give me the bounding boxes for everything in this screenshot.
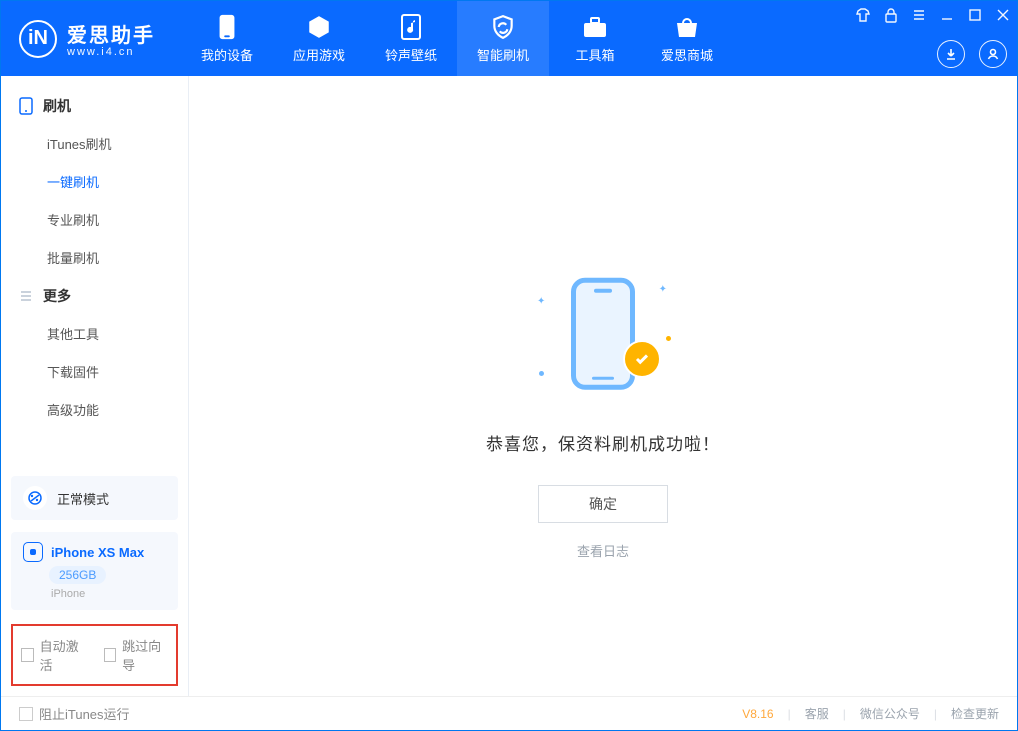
sidebar-item-download-firmware[interactable]: 下载固件	[47, 352, 188, 390]
music-icon	[397, 14, 425, 40]
nav-my-device[interactable]: 我的设备	[181, 1, 273, 76]
refresh-shield-icon	[489, 14, 517, 40]
device-type: iPhone	[51, 588, 85, 600]
sidebar-item-advanced[interactable]: 高级功能	[47, 390, 188, 428]
tshirt-icon[interactable]	[855, 7, 871, 23]
mode-status-card[interactable]: 正常模式	[11, 476, 178, 520]
checkbox-block-itunes[interactable]: 阻止iTunes运行	[19, 704, 130, 723]
mode-status-label: 正常模式	[57, 489, 109, 508]
nav-store[interactable]: 爱思商城	[641, 1, 733, 76]
checkbox-label: 阻止iTunes运行	[39, 704, 130, 723]
app-site: www.i4.cn	[67, 46, 155, 58]
window-controls	[855, 7, 1011, 23]
sparkle-icon: ✦	[659, 284, 667, 295]
sidebar-item-itunes-flash[interactable]: iTunes刷机	[47, 124, 188, 162]
sidebar: 刷机 iTunes刷机 一键刷机 专业刷机 批量刷机 更多 其他工具 下载固件 …	[1, 76, 189, 696]
confirm-button[interactable]: 确定	[538, 485, 668, 523]
toolbox-icon	[581, 14, 609, 40]
sparkle-icon: ✦	[537, 296, 545, 307]
device-icon	[213, 14, 241, 40]
nav-label: 工具箱	[575, 45, 614, 64]
separator: |	[934, 707, 937, 721]
nav-ringtone-wallpaper[interactable]: 铃声壁纸	[365, 1, 457, 76]
lock-icon[interactable]	[883, 7, 899, 23]
minimize-button[interactable]	[939, 7, 955, 23]
separator: |	[843, 707, 846, 721]
footer-link-wechat[interactable]: 微信公众号	[860, 705, 920, 722]
nav-apps-games[interactable]: 应用游戏	[273, 1, 365, 76]
sidebar-item-other-tools[interactable]: 其他工具	[47, 314, 188, 352]
checkbox-label: 跳过向导	[122, 636, 168, 674]
app-header: iN 爱思助手 www.i4.cn 我的设备 应用游戏 铃声壁纸 智能刷机 工具…	[1, 1, 1017, 76]
sidebar-item-batch-flash[interactable]: 批量刷机	[47, 238, 188, 276]
maximize-button[interactable]	[967, 7, 983, 23]
top-nav: 我的设备 应用游戏 铃声壁纸 智能刷机 工具箱 爱思商城	[181, 1, 733, 76]
device-name: iPhone XS Max	[51, 545, 144, 560]
sidebar-group-more: 更多	[1, 276, 188, 314]
flash-options-box: 自动激活 跳过向导	[11, 624, 178, 686]
group-title: 更多	[43, 286, 71, 306]
header-right-actions	[937, 40, 1007, 68]
dot-icon	[666, 336, 671, 341]
phone-icon	[19, 97, 33, 115]
device-icon	[23, 542, 43, 562]
nav-label: 智能刷机	[477, 45, 529, 64]
checkbox-icon	[19, 707, 33, 721]
sidebar-item-oneclick-flash[interactable]: 一键刷机	[47, 162, 188, 200]
group-title: 刷机	[43, 96, 71, 116]
phone-icon	[571, 278, 635, 390]
device-storage-badge: 256GB	[49, 566, 106, 584]
checkbox-auto-activate[interactable]: 自动激活	[21, 636, 86, 674]
nav-label: 铃声壁纸	[385, 45, 437, 64]
main-content: ✦ ✦ 恭喜您，保资料刷机成功啦！ 确定 查看日志	[189, 76, 1017, 696]
menu-icon[interactable]	[911, 7, 927, 23]
checkbox-skip-guide[interactable]: 跳过向导	[104, 636, 169, 674]
status-bar: 阻止iTunes运行 V8.16 | 客服 | 微信公众号 | 检查更新	[1, 696, 1017, 730]
mode-status-icon	[23, 486, 47, 510]
check-badge-icon	[625, 342, 659, 376]
nav-smart-flash[interactable]: 智能刷机	[457, 1, 549, 76]
store-icon	[673, 14, 701, 40]
device-card[interactable]: iPhone XS Max 256GB iPhone	[11, 532, 178, 610]
close-button[interactable]	[995, 7, 1011, 23]
nav-label: 应用游戏	[293, 45, 345, 64]
success-message: 恭喜您，保资料刷机成功啦！	[486, 430, 720, 455]
view-log-link[interactable]: 查看日志	[577, 541, 629, 560]
app-name: 爱思助手	[67, 19, 155, 48]
app-logo: iN 爱思助手 www.i4.cn	[1, 1, 181, 76]
logo-badge-icon: iN	[19, 20, 57, 58]
checkbox-label: 自动激活	[40, 636, 86, 674]
app-body: 刷机 iTunes刷机 一键刷机 专业刷机 批量刷机 更多 其他工具 下载固件 …	[1, 76, 1017, 696]
user-button[interactable]	[979, 40, 1007, 68]
cube-icon	[305, 14, 333, 40]
nav-label: 我的设备	[201, 45, 253, 64]
sidebar-group-flash: 刷机	[1, 86, 188, 124]
sidebar-item-pro-flash[interactable]: 专业刷机	[47, 200, 188, 238]
footer-link-check-update[interactable]: 检查更新	[951, 705, 999, 722]
nav-label: 爱思商城	[661, 45, 713, 64]
download-button[interactable]	[937, 40, 965, 68]
list-icon	[19, 289, 33, 303]
separator: |	[788, 707, 791, 721]
footer-link-support[interactable]: 客服	[805, 705, 829, 722]
version-label: V8.16	[742, 707, 773, 721]
checkbox-icon	[21, 648, 34, 662]
nav-toolbox[interactable]: 工具箱	[549, 1, 641, 76]
dot-icon	[539, 371, 544, 376]
success-illustration: ✦ ✦	[533, 266, 673, 406]
checkbox-icon	[104, 648, 117, 662]
